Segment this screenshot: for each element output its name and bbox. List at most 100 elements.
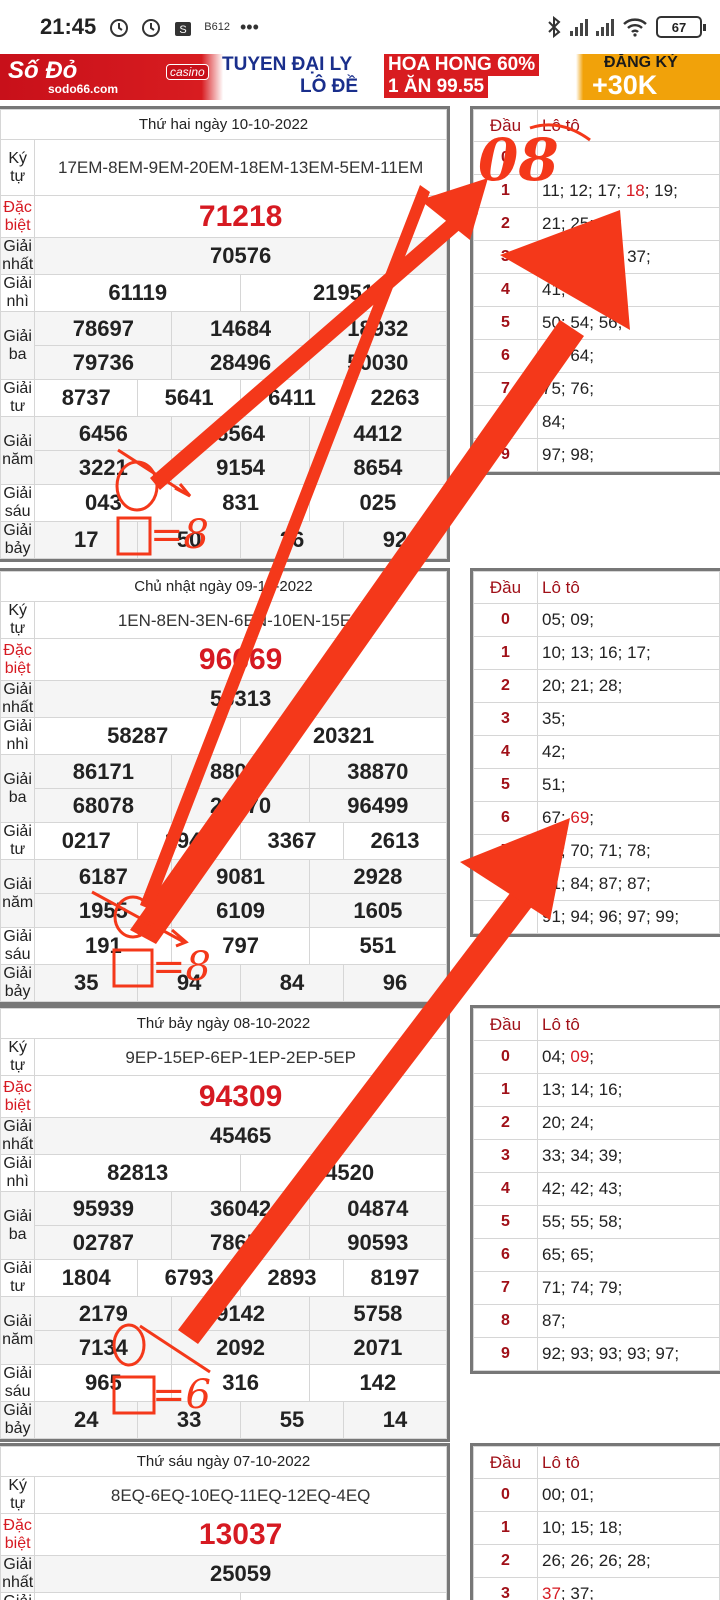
prize-value: 5758: [308, 1296, 448, 1331]
prize-value: 77421: [34, 1592, 242, 1600]
special-prize: 94309: [34, 1075, 447, 1118]
prize-value: 043: [34, 484, 173, 522]
prize-value: 28496: [171, 345, 310, 380]
loto-dau: 9: [473, 900, 538, 934]
alarm-icon: [140, 16, 162, 38]
prize-value: 2071: [308, 1330, 448, 1365]
loto-dau: 0: [473, 603, 538, 637]
prize-value: 68078: [34, 788, 173, 823]
label-g3: Giải ba: [0, 1191, 36, 1260]
prize-value: 96499: [308, 788, 448, 823]
result-table: Thứ hai ngày 10-10-2022 Ký tự 17EM-8EM-9…: [0, 106, 450, 562]
kytu-value: 1EN-8EN-3EN-6EN-10EN-15EN: [34, 601, 447, 639]
prize-value: 04874: [308, 1191, 448, 1226]
prize-value: 02787: [34, 1225, 173, 1260]
prize-value: 45465: [34, 1117, 447, 1155]
label-kytu: Ký tự: [0, 1476, 36, 1514]
prize-value: 17: [34, 521, 139, 559]
prize-value: 3221: [34, 450, 173, 485]
loto-dau: 8: [473, 867, 538, 901]
loto-dau: 9: [473, 1337, 538, 1371]
special-prize: 71218: [34, 195, 447, 238]
result-table: Chủ nhật ngày 09-10-2022 Ký tự 1EN-8EN-3…: [0, 568, 450, 1005]
loto-nums: 67; 69;: [537, 801, 720, 835]
kytu-value: 17EM-8EM-9EM-20EM-18EM-13EM-5EM-11EM: [34, 139, 447, 196]
prize-value: 8654: [308, 450, 448, 485]
loto-dau: 1: [473, 1511, 538, 1545]
result-table: Thứ sáu ngày 07-10-2022 Ký tự 8EQ-6EQ-10…: [0, 1443, 450, 1600]
prize-value: 6456: [34, 416, 173, 451]
label-kytu: Ký tự: [0, 1038, 36, 1076]
prize-value: 4412: [308, 416, 448, 451]
shopping-bag-icon: S: [172, 16, 194, 38]
banner-casino: casino: [166, 64, 209, 80]
prize-value: 6109: [171, 893, 310, 928]
wifi-icon: [622, 17, 648, 37]
loto-nums: 50; 54; 56;: [537, 306, 720, 340]
loto-dau: 0: [473, 141, 538, 175]
loto-table: Đầu Lô tô 0 00; 01; 1 10; 15; 18; 2 26; 26;…: [470, 1443, 720, 1600]
loto-nums: 75; 76;: [537, 372, 720, 406]
prize-value: 42942: [240, 1592, 447, 1600]
prize-value: 2613: [342, 822, 448, 860]
loto-nums: 20; 21; 28;: [537, 669, 720, 703]
prize-value: 86171: [34, 754, 173, 789]
prize-value: 965: [34, 1364, 173, 1402]
loto-dau: 3: [473, 702, 538, 736]
prize-value: 36042: [171, 1191, 310, 1226]
loto-dau: 1: [473, 174, 538, 208]
loto-nums: 55; 55; 58;: [537, 1205, 720, 1239]
loto-table: Đầu Lô tô 0 1 11; 12; 17; 18; 19; 2 21; 25…: [470, 106, 720, 475]
prize-value: 79736: [34, 345, 173, 380]
prize-value: 025: [308, 484, 448, 522]
prize-value: 38870: [308, 754, 448, 789]
ad-banner[interactable]: Số Đỏ casino sodo66.com TUYEN ĐẠI LY LÔ …: [0, 54, 720, 100]
prize-value: 1955: [34, 893, 173, 928]
label-kytu: Ký tự: [0, 601, 36, 639]
prize-value: 2263: [342, 379, 448, 417]
loto-dau: 9: [473, 438, 538, 472]
label-g2: Giải nhì: [0, 717, 36, 755]
prize-value: 24: [34, 1401, 139, 1439]
bluetooth-icon: [546, 16, 562, 38]
prize-value: 33: [137, 1401, 242, 1439]
loto-nums: 42;: [537, 735, 720, 769]
loto-dau: 3: [473, 1577, 538, 1600]
signal-icon: [596, 18, 614, 36]
svg-text:S: S: [180, 24, 187, 36]
result-table: Thứ bảy ngày 08-10-2022 Ký tự 9EP-15EP-6…: [0, 1005, 450, 1442]
prize-value: 20321: [240, 717, 447, 755]
prize-value: 8197: [342, 1259, 448, 1297]
prize-value: 25059: [34, 1555, 447, 1593]
prize-value: 55: [240, 1401, 344, 1439]
loto-dau: 0: [473, 1040, 538, 1074]
prize-value: 9142: [171, 1296, 310, 1331]
label-g1: Giải nhất: [0, 237, 36, 275]
prize-value: 34520: [240, 1154, 447, 1192]
loto-dau: 1: [473, 1073, 538, 1107]
special-prize: 13037: [34, 1513, 447, 1556]
loto-dau: 2: [473, 669, 538, 703]
loto-nums: 10; 15; 18;: [537, 1511, 720, 1545]
loto-head-dau: Đầu: [473, 109, 538, 142]
battery-icon: 67: [656, 16, 706, 38]
label-g2: Giải nhì: [0, 274, 36, 312]
prize-value: 18932: [308, 311, 448, 346]
label-g6: Giải sáu: [0, 484, 36, 522]
label-g4: Giải tư: [0, 822, 36, 860]
prize-value: 56313: [34, 680, 447, 718]
prize-value: 1942: [137, 822, 242, 860]
result-date: Thứ bảy ngày 08-10-2022: [0, 1008, 447, 1039]
banner-line1: TUYEN ĐẠI LY: [222, 54, 353, 75]
banner-line2: LÔ ĐỀ: [300, 76, 359, 97]
prize-value: 88020: [171, 754, 310, 789]
loto-dau: 4: [473, 1172, 538, 1206]
loto-nums: 21; 25; 26;: [537, 207, 720, 241]
prize-value: 551: [308, 927, 448, 965]
loto-nums: 00; 01;: [537, 1478, 720, 1512]
kytu-value: 9EP-15EP-6EP-1EP-2EP-5EP: [34, 1038, 447, 1076]
loto-dau: 6: [473, 801, 538, 835]
prize-value: 21951: [240, 274, 447, 312]
prize-value: 61119: [34, 274, 242, 312]
prize-value: 3367: [240, 822, 344, 860]
